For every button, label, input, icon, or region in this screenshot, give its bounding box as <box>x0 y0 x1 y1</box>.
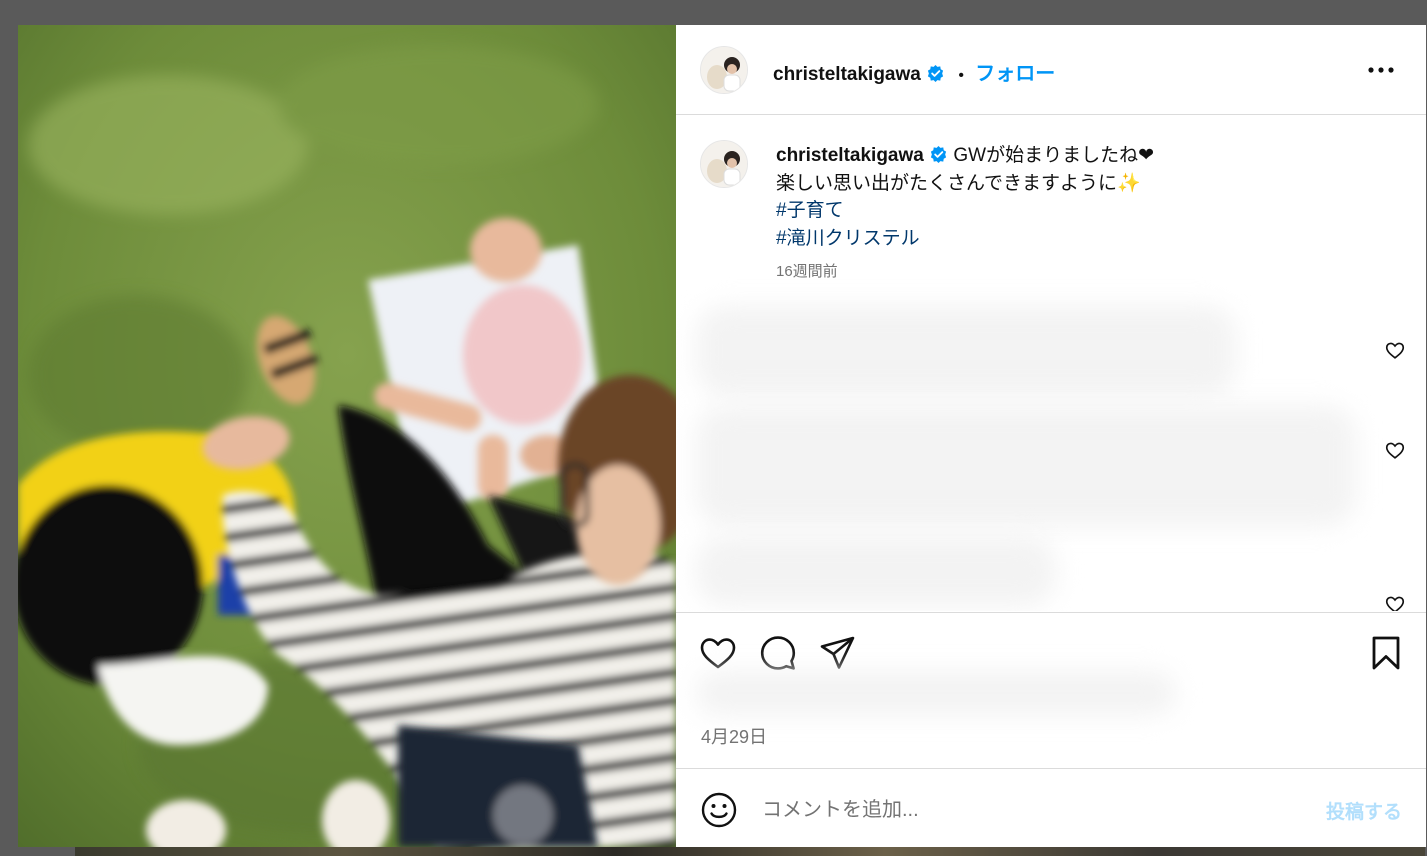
hashtag-link[interactable]: #子育て <box>776 197 1154 225</box>
verified-badge-icon <box>931 145 947 164</box>
header-username-row: christeltakigawa • フォロー <box>773 57 1055 86</box>
caption-text-line1: GWが始まりましたね❤︎ <box>953 145 1155 166</box>
add-comment-bar: 投稿する <box>676 768 1426 847</box>
hashtag-link[interactable]: #滝川クリステル <box>776 225 1154 253</box>
heart-icon[interactable] <box>698 633 738 673</box>
post-photo[interactable] <box>18 25 676 847</box>
caption: christeltakigawa GWが始まりましたね❤︎ 楽しい思い出がたくさ… <box>776 142 1154 252</box>
blurred-comment <box>696 406 1356 526</box>
bookmark-icon[interactable] <box>1366 633 1406 673</box>
emoji-icon[interactable] <box>700 791 738 829</box>
follow-button[interactable]: フォロー <box>975 63 1055 85</box>
share-icon[interactable] <box>818 633 858 673</box>
blurred-comment <box>696 306 1236 396</box>
header-username[interactable]: christeltakigawa <box>773 64 921 85</box>
caption-avatar[interactable] <box>700 140 748 188</box>
comment-like-heart-icon[interactable] <box>1384 439 1406 461</box>
comment-icon[interactable] <box>758 633 798 673</box>
more-options-icon[interactable] <box>1366 58 1396 82</box>
post-header: christeltakigawa • フォロー <box>676 25 1426 115</box>
background-feed-strip <box>75 846 1425 856</box>
comments-section[interactable]: christeltakigawa GWが始まりましたね❤︎ 楽しい思い出がたくさ… <box>676 116 1426 611</box>
post-date[interactable]: 4月29日 <box>701 723 767 749</box>
caption-timestamp: 16週間前 <box>776 263 838 280</box>
blurred-comment <box>696 536 1056 606</box>
caption-username[interactable]: christeltakigawa <box>776 145 924 166</box>
verified-badge-icon <box>928 64 944 83</box>
caption-text-line2: 楽しい思い出がたくさんできますように✨ <box>776 172 1141 194</box>
blurred-likes <box>696 671 1176 715</box>
post-comment-button[interactable]: 投稿する <box>1326 797 1402 824</box>
comment-input[interactable] <box>760 791 1284 829</box>
separator-dot: • <box>958 67 965 84</box>
comment-like-heart-icon[interactable] <box>1384 339 1406 361</box>
post-detail-panel: christeltakigawa • フォロー christeltakigawa… <box>676 25 1426 847</box>
comment-like-heart-icon[interactable] <box>1384 593 1406 611</box>
avatar[interactable] <box>700 46 748 94</box>
post-actions: 4月29日 <box>676 612 1426 768</box>
